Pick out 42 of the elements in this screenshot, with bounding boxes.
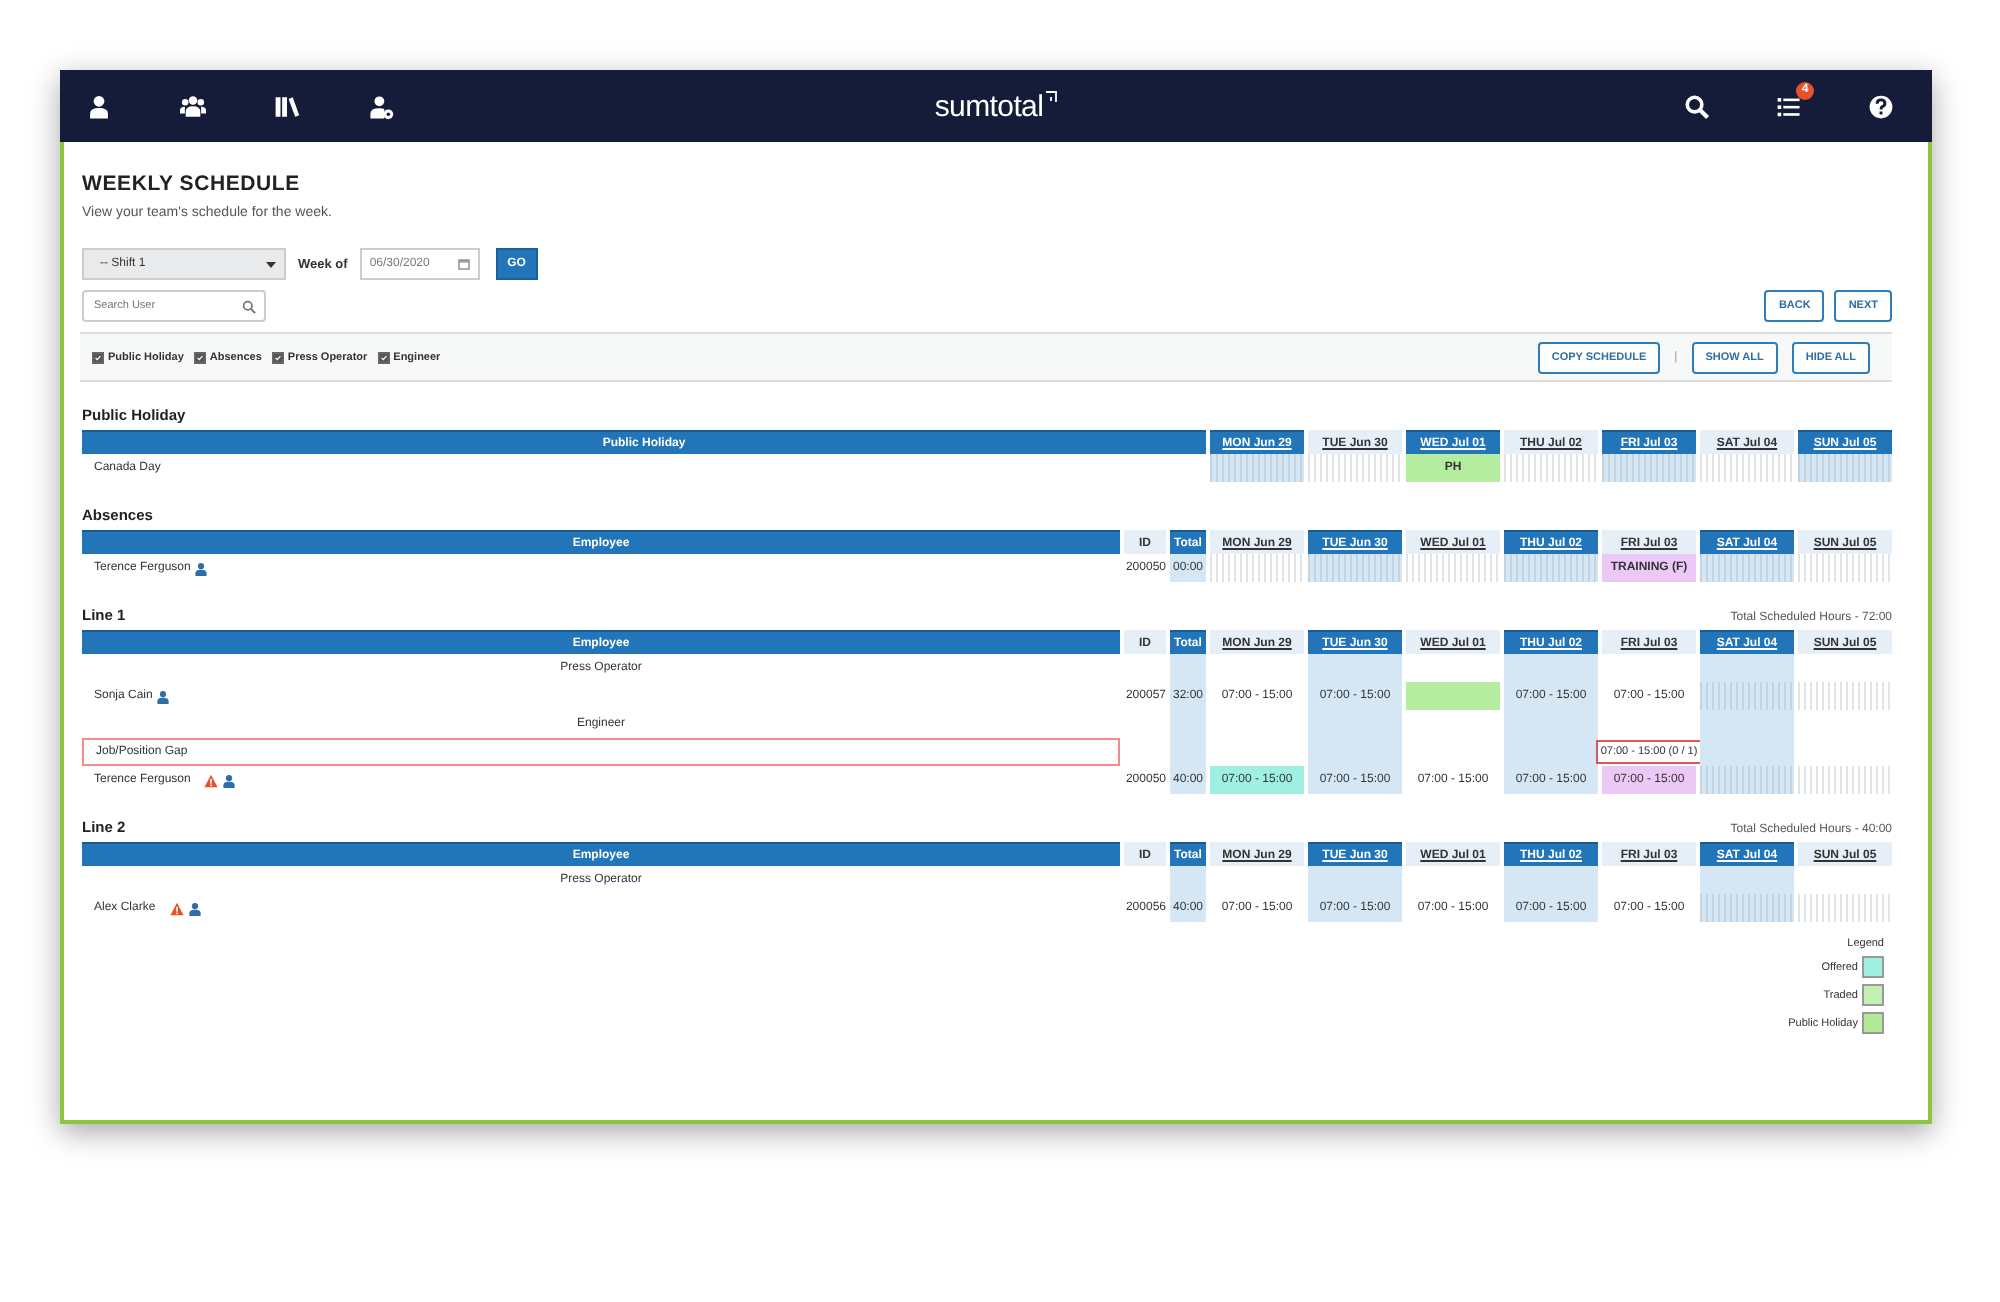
help-icon[interactable] <box>1868 93 1894 119</box>
person-icon <box>222 773 237 787</box>
unscheduled-cell <box>1406 554 1500 582</box>
checkbox[interactable] <box>377 351 390 363</box>
checkbox[interactable] <box>193 351 206 363</box>
person-icon <box>156 689 171 703</box>
column-background <box>1170 866 1206 894</box>
checkbox[interactable] <box>92 351 104 363</box>
column-background <box>1700 866 1794 894</box>
people-icon[interactable] <box>180 93 206 119</box>
unscheduled-cell <box>1700 894 1794 922</box>
logo[interactable]: sumtotal <box>934 89 1058 123</box>
unscheduled-cell <box>1798 454 1892 482</box>
unscheduled-cell <box>1308 554 1402 582</box>
person-icon <box>194 561 209 575</box>
books-icon[interactable] <box>274 93 300 119</box>
column-background <box>1700 654 1794 682</box>
unscheduled-cell <box>1504 454 1598 482</box>
caret-icon <box>266 261 276 267</box>
column-background <box>1504 866 1598 894</box>
person-icon <box>187 901 202 915</box>
user-settings-icon[interactable] <box>368 93 394 119</box>
page-title: WEEKLY SCHEDULE <box>82 172 302 196</box>
checkbox[interactable] <box>271 351 284 363</box>
column-background <box>1308 866 1402 894</box>
column-background <box>1308 654 1402 682</box>
unscheduled-cell <box>1700 766 1794 794</box>
unscheduled-cell <box>1308 454 1402 482</box>
unscheduled-cell <box>1504 554 1598 582</box>
unscheduled-cell <box>1700 454 1794 482</box>
calendar-icon[interactable] <box>457 258 470 270</box>
unscheduled-cell <box>1210 554 1304 582</box>
unscheduled-cell <box>1210 454 1304 482</box>
search-icon[interactable] <box>1684 93 1710 119</box>
column-background <box>1504 654 1598 682</box>
column-background <box>1170 654 1206 682</box>
unscheduled-cell <box>1798 554 1892 582</box>
list-icon[interactable] <box>1776 93 1802 119</box>
person-icon[interactable] <box>86 93 112 119</box>
unscheduled-cell <box>1700 554 1794 582</box>
unscheduled-cell <box>1602 454 1696 482</box>
traded-cell[interactable] <box>1406 682 1500 710</box>
